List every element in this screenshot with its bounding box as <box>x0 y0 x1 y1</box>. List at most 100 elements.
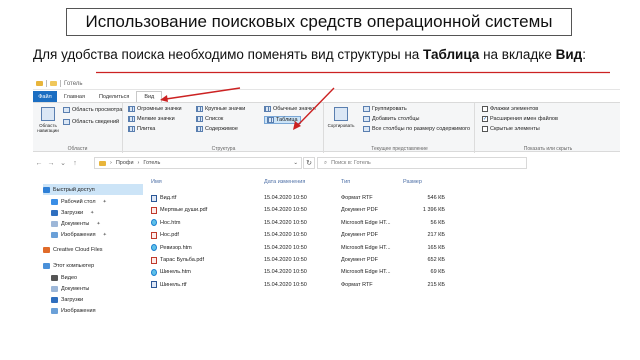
xl-icons-icon <box>128 106 135 112</box>
preview-pane-label: Область просмотра <box>72 107 123 113</box>
forward-arrow-icon[interactable]: → <box>45 160 57 167</box>
pin-icon[interactable]: ✦ <box>96 221 100 227</box>
nav-item-downloads[interactable]: Загрузки ✦ <box>51 207 94 218</box>
extensions-checkbox[interactable]: ✓ <box>482 116 488 122</box>
nav-item-this-pc[interactable]: Этот компьютер <box>43 260 94 271</box>
pin-icon[interactable]: ✦ <box>103 199 107 205</box>
add-columns-icon <box>363 116 370 122</box>
window-titlebar: Готель <box>33 78 620 90</box>
list-label: Список <box>205 116 224 122</box>
file-type: Формат RTF <box>341 195 373 201</box>
file-date: 15.04.2020 10:50 <box>264 281 307 288</box>
layout-xl-icons[interactable]: Огромные значки <box>128 106 182 112</box>
add-columns-button[interactable]: Добавить столбцы <box>363 116 419 122</box>
file-row[interactable]: Шинель.rtf 15.04.2020 10:50 Формат RTF 215 … <box>147 279 447 291</box>
ribbon-tabs: Файл Главная Поделиться Вид <box>33 91 163 102</box>
ribbon: Область навигации Область просмотра Обла… <box>33 102 620 153</box>
nav-item-label: Быстрый доступ <box>53 186 95 193</box>
file-date: 15.04.2020 10:50 <box>264 232 307 239</box>
preview-pane-button[interactable]: Область просмотра <box>63 107 122 113</box>
file-date: 15.04.2020 10:50 <box>264 257 307 263</box>
ribbon-group-current-view: Сортировать Группировать Добавить столбц… <box>325 103 475 153</box>
video-icon <box>51 274 58 281</box>
column-header-name[interactable]: Имя <box>151 176 162 188</box>
file-row[interactable]: Нос.pdf 15.04.2020 10:50 Документ PDF 217 К… <box>147 229 447 241</box>
group-by-button[interactable]: Группировать <box>363 106 407 112</box>
sort-button[interactable]: Сортировать <box>327 107 355 128</box>
column-header-type[interactable]: Тип <box>341 176 350 188</box>
computer-icon <box>43 262 50 269</box>
file-name: Нос.pdf <box>160 232 179 239</box>
file-date: 15.04.2020 10:50 <box>264 207 307 214</box>
layout-s-icons[interactable]: Мелкие значки <box>128 116 175 122</box>
pin-icon[interactable]: ✦ <box>90 210 94 216</box>
file-row[interactable]: Мертвые души.pdf 15.04.2020 10:50 Документ… <box>147 204 447 216</box>
up-arrow-icon[interactable]: ↑ <box>69 160 81 167</box>
recent-chevron-icon[interactable]: ⌄ <box>57 159 69 167</box>
file-type: Microsoft Edge HT... <box>341 244 391 251</box>
address-bar: ← → ⌄ ↑ › Профи › Готель ⌄ ↻ ⌕ Поиск в: … <box>33 156 620 170</box>
nav-item-documents[interactable]: Документы ✦ <box>51 218 101 229</box>
path-field[interactable]: › Профи › Готель ⌄ <box>94 157 302 169</box>
fit-columns-label: Все столбцы по размеру содержимого <box>372 126 471 132</box>
details-pane-button[interactable]: Область сведений <box>63 119 119 125</box>
nav-item-quick-access[interactable]: Быстрый доступ <box>43 184 143 195</box>
file-row[interactable]: Вид.rtf 15.04.2020 10:50 Формат RTF 546 КБ <box>147 192 447 204</box>
layout-l-icons[interactable]: Крупные значки <box>196 106 245 112</box>
tab-view[interactable]: Вид <box>136 91 163 102</box>
tab-home[interactable]: Главная <box>57 91 92 102</box>
layout-tiles[interactable]: Плитка <box>128 126 155 132</box>
file-row[interactable]: Нос.htm 15.04.2020 10:50 Microsoft Edge HT… <box>147 217 447 229</box>
content-label: Содержимое <box>205 126 238 132</box>
column-header-size[interactable]: Размер <box>403 176 422 188</box>
layout-content[interactable]: Содержимое <box>196 126 238 132</box>
details-pane-label: Область сведений <box>72 119 120 125</box>
navigation-pane: Быстрый доступ Рабочий стол ✦ Загрузки ✦ Д… <box>33 176 143 360</box>
layout-list[interactable]: Список <box>196 116 223 122</box>
file-size: 1 396 КБ <box>422 207 445 214</box>
layout-table[interactable]: Таблица <box>264 116 301 124</box>
extensions-toggle[interactable]: ✓ Расширения имен файлов <box>482 116 558 122</box>
nav-item-video[interactable]: Видео <box>51 272 77 283</box>
quick-access-folder-icon[interactable] <box>50 81 57 86</box>
item-checkboxes-checkbox[interactable] <box>482 106 488 112</box>
path-leaf[interactable]: Готель <box>143 160 160 166</box>
hidden-items-toggle[interactable]: Скрытые элементы <box>482 126 540 132</box>
nav-pane-button[interactable]: Область навигации <box>37 107 59 133</box>
nav-item-label: Изображения <box>61 231 96 238</box>
file-name: Шинель.htm <box>160 269 191 276</box>
tab-file[interactable]: Файл <box>33 91 57 102</box>
file-row[interactable]: Тарас Бульба.pdf 15.04.2020 10:50 Документ… <box>147 254 447 266</box>
search-field[interactable]: ⌕ Поиск в: Готель <box>317 157 527 169</box>
group-label-layout: Структура <box>211 146 236 152</box>
nav-item-pc-documents[interactable]: Документы <box>51 283 89 294</box>
nav-item-creative-cloud[interactable]: Creative Cloud Files <box>43 244 103 255</box>
nav-item-pc-downloads[interactable]: Загрузки <box>51 294 83 305</box>
folder-icon <box>36 81 43 86</box>
xl-icons-label: Огромные значки <box>137 106 182 112</box>
file-size: 69 КБ <box>430 269 445 276</box>
nav-item-images[interactable]: Изображения ✦ <box>51 229 107 240</box>
pin-icon[interactable]: ✦ <box>103 232 107 238</box>
nav-item-desktop[interactable]: Рабочий стол ✦ <box>51 196 107 207</box>
column-header-date[interactable]: Дата изменения <box>264 176 305 188</box>
file-name-cell: Мертвые души.pdf <box>151 204 207 216</box>
back-arrow-icon[interactable]: ← <box>33 160 45 167</box>
file-name-cell: Шинель.rtf <box>151 279 187 291</box>
file-date: 15.04.2020 10:50 <box>264 195 307 201</box>
refresh-icon[interactable]: ↻ <box>303 157 315 169</box>
tab-share[interactable]: Поделиться <box>92 91 136 102</box>
hidden-items-checkbox[interactable] <box>482 126 488 132</box>
path-root[interactable]: Профи <box>116 160 134 166</box>
path-dropdown-icon[interactable]: ⌄ <box>293 160 298 166</box>
sort-label: Сортировать <box>327 123 355 128</box>
file-row[interactable]: Ревизор.htm 15.04.2020 10:50 Microsoft Edg… <box>147 242 447 254</box>
fit-columns-button[interactable]: Все столбцы по размеру содержимого <box>363 126 470 132</box>
titlebar-separator <box>60 80 61 87</box>
file-row[interactable]: Шинель.htm 15.04.2020 10:50 Microsoft Edge… <box>147 266 447 278</box>
file-name-cell: Нос.htm <box>151 217 180 229</box>
nav-item-pc-images[interactable]: Изображения <box>51 305 96 316</box>
layout-m-icons[interactable]: Обычные значки <box>264 106 316 112</box>
item-checkboxes-label: Флажки элементов <box>490 106 539 112</box>
item-checkboxes-toggle[interactable]: Флажки элементов <box>482 106 538 112</box>
